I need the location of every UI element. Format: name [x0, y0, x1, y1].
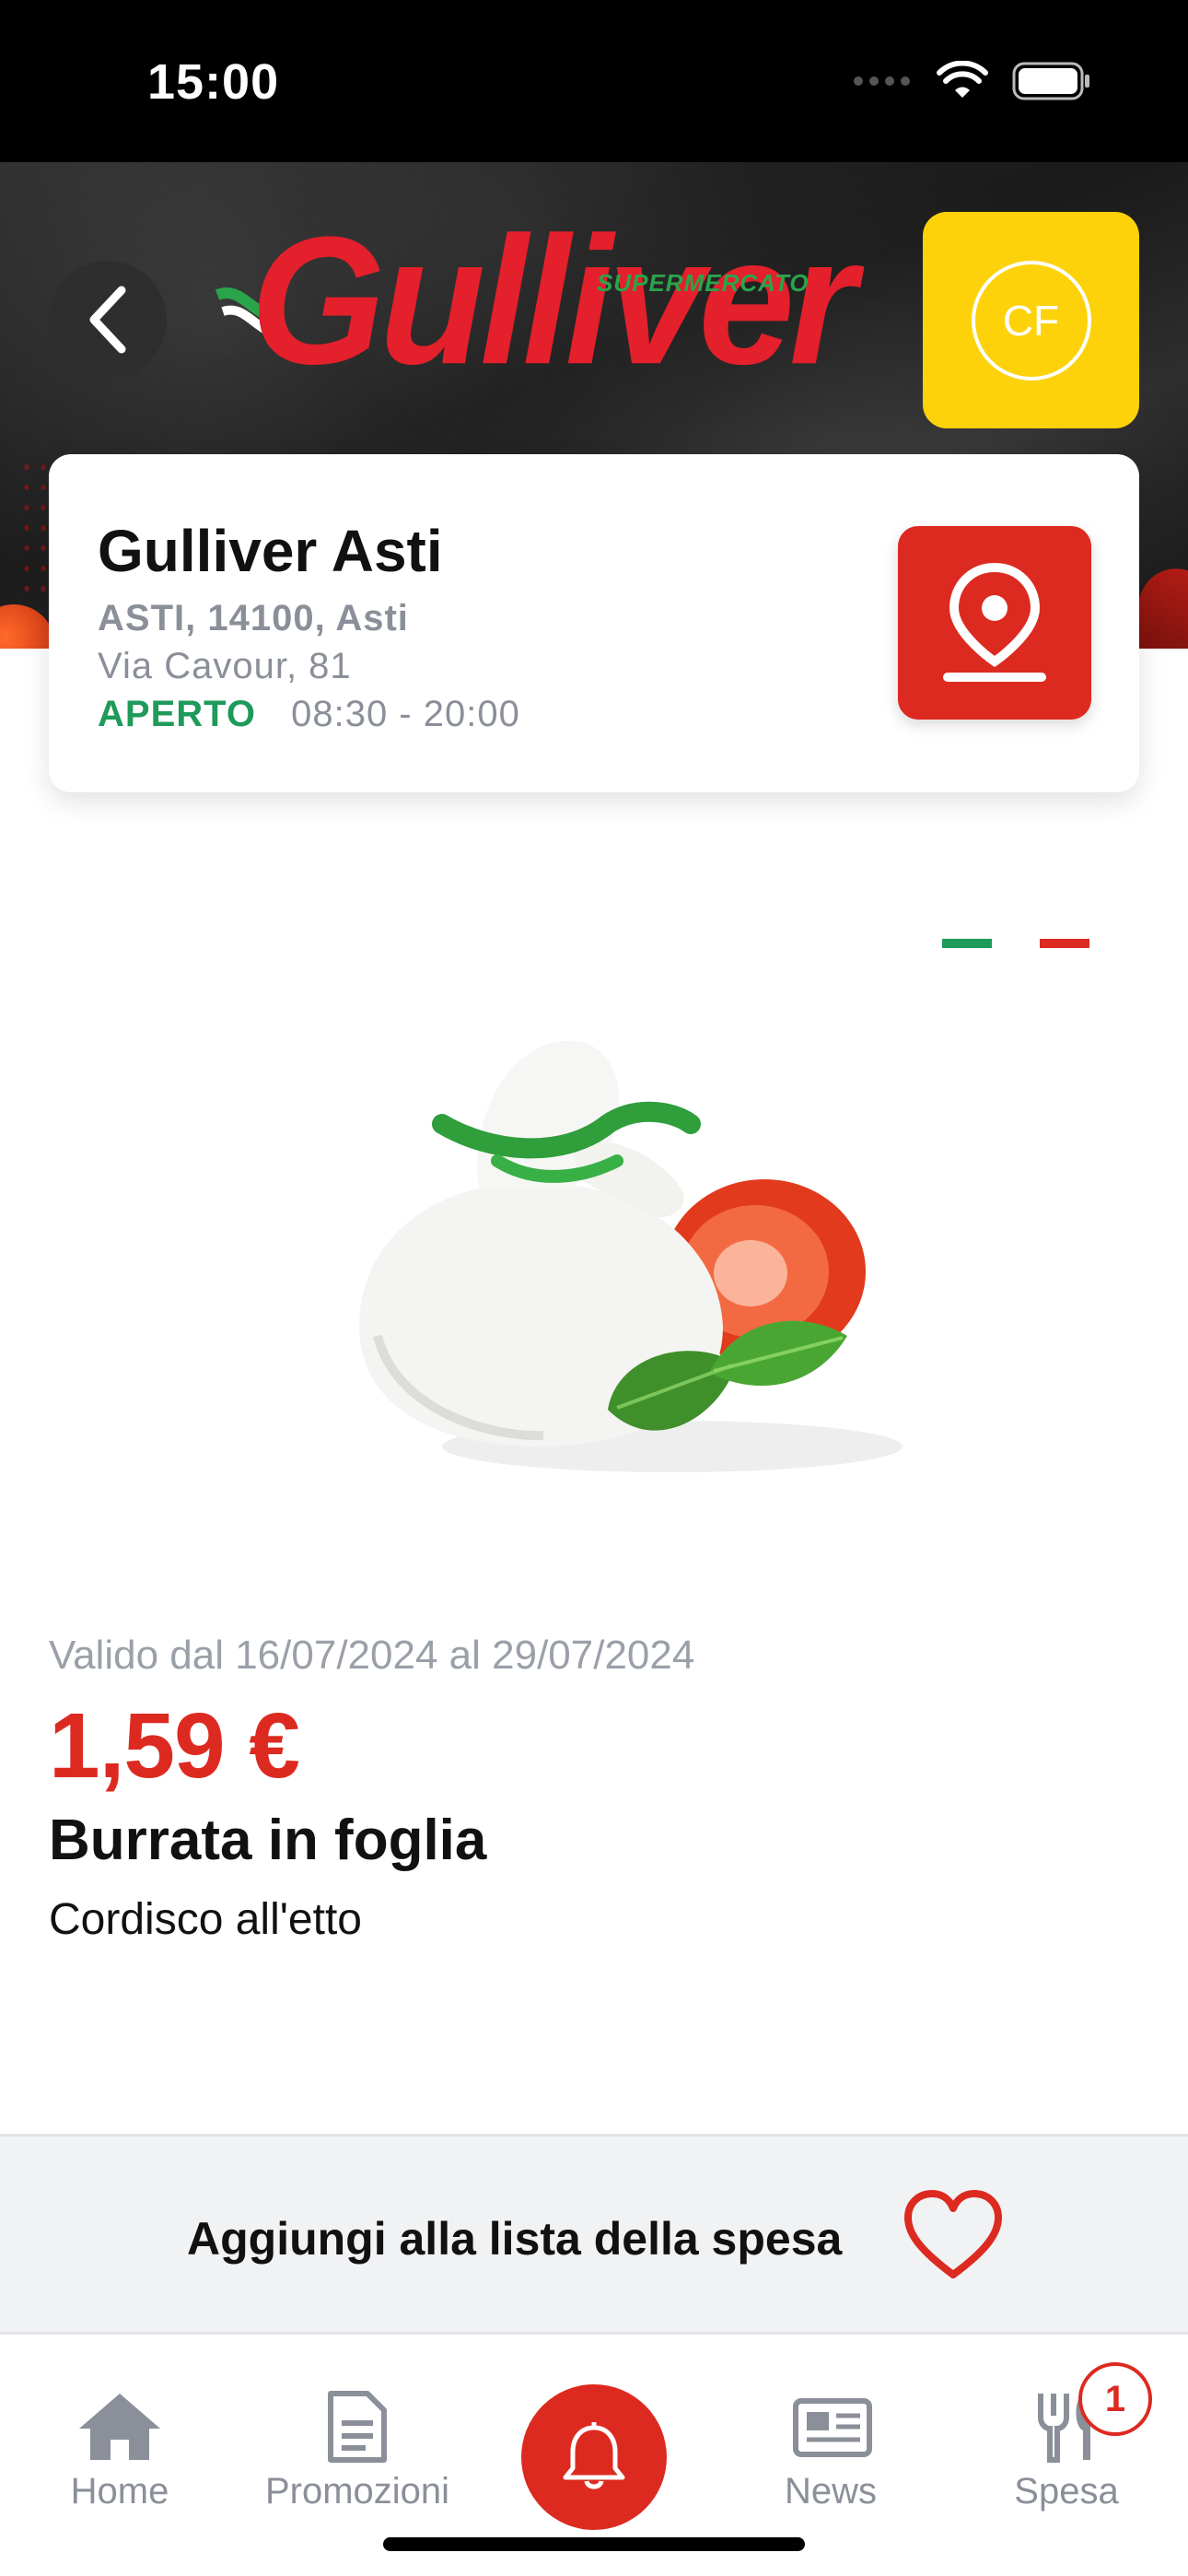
tab-promozioni[interactable]: Promozioni [238, 2390, 477, 2512]
store-street: Via Cavour, 81 [98, 646, 352, 686]
tab-promozioni-label: Promozioni [264, 2471, 450, 2512]
status-icons [852, 61, 1091, 101]
store-card: Gulliver Asti ASTI, 14100, Asti Via Cavo… [49, 454, 1139, 792]
document-icon [328, 2391, 387, 2463]
tab-news-label: News [784, 2471, 878, 2512]
bell-icon [563, 2422, 625, 2489]
store-opening-time: 08:30 - 20:00 [291, 694, 520, 734]
map-pin-icon [943, 562, 1046, 682]
product-price: 1,59 € [49, 1694, 300, 1797]
tab-home[interactable]: Home [0, 2390, 239, 2512]
tomato-decoration [0, 604, 55, 649]
avatar: CF [971, 260, 1091, 381]
carousel-dot[interactable] [942, 939, 992, 948]
product-name: Burrata in foglia [49, 1809, 487, 1872]
carousel-dot[interactable] [1040, 939, 1089, 948]
cart-count-badge: 1 [1078, 2362, 1152, 2436]
home-icon [79, 2394, 160, 2460]
tab-spesa-label: Spesa [1014, 2471, 1119, 2512]
back-button[interactable] [49, 261, 167, 379]
brand-name: Gulliver [250, 198, 856, 403]
battery-icon [1012, 62, 1089, 100]
store-hours: APERTO 08:30 - 20:00 [98, 694, 520, 735]
home-indicator [383, 2537, 805, 2551]
offer-validity: Valido dal 16/07/2024 al 29/07/2024 [49, 1633, 695, 1678]
heart-icon[interactable] [903, 2190, 1004, 2282]
profile-button[interactable]: CF [923, 212, 1139, 428]
brand-subtitle: SUPERMERCATO [597, 269, 809, 297]
store-open-status: APERTO [98, 694, 256, 734]
tab-news[interactable]: News [711, 2390, 950, 2512]
signal-dots-icon [854, 76, 910, 86]
product-description: Cordisco all'etto [49, 1895, 362, 1944]
notifications-button[interactable] [521, 2384, 667, 2530]
product-image [359, 1040, 903, 1472]
map-location-button[interactable] [898, 526, 1091, 720]
chevron-left-icon [89, 286, 126, 354]
store-name: Gulliver Asti [98, 518, 443, 584]
status-time: 15:00 [147, 54, 280, 110]
carousel-indicator [942, 939, 1089, 948]
newspaper-icon [793, 2398, 872, 2457]
add-to-list-label: Aggiungi alla lista della spesa [187, 2213, 843, 2265]
add-to-list-bar[interactable]: Aggiungi alla lista della spesa [0, 2134, 1188, 2335]
tab-home-label: Home [70, 2471, 169, 2512]
status-bar: 15:00 [0, 0, 1188, 162]
store-city: ASTI, 14100, Asti [98, 598, 409, 638]
wifi-icon [937, 61, 988, 98]
